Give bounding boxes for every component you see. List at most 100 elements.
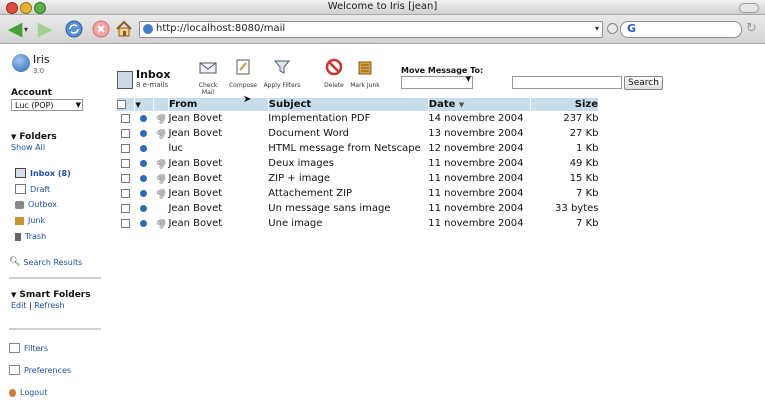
size-header[interactable]: Size <box>530 98 600 111</box>
go-button[interactable] <box>607 23 618 34</box>
unread-status-icon <box>140 174 148 182</box>
select-all-header <box>117 98 136 111</box>
row-checkbox[interactable] <box>121 173 131 183</box>
unread-status-icon <box>140 219 148 227</box>
home-icon[interactable] <box>114 19 134 39</box>
compose-button[interactable]: Compose <box>228 58 258 89</box>
table-row[interactable]: 🖇︎ Jean Bovet Deux images 11 novembre 20… <box>117 156 599 172</box>
row-size: 237 Kb <box>563 113 599 124</box>
inbox-header-icon <box>117 71 133 89</box>
unread-status-icon <box>140 114 148 122</box>
row-checkbox[interactable] <box>121 218 131 228</box>
subject-header[interactable]: Subject <box>268 98 429 111</box>
back-history-dropdown[interactable]: ▾ <box>22 19 30 39</box>
inbox-icon <box>15 168 26 178</box>
row-checkbox[interactable] <box>121 143 131 153</box>
table-row[interactable]: luc HTML message from Netscape 12 novemb… <box>117 141 599 156</box>
disclosure-triangle-icon[interactable]: ▼ <box>11 133 16 141</box>
mark-junk-button[interactable]: Mark Junk <box>349 58 381 89</box>
attachment-header <box>153 98 169 111</box>
unread-status-icon <box>140 129 148 137</box>
magnifier-icon: 🔍︎ <box>9 257 21 267</box>
sort-descending-icon: ▼ <box>458 101 465 109</box>
show-all-link[interactable]: Show All <box>11 143 45 152</box>
search-button[interactable]: Search <box>624 76 663 90</box>
row-size: 49 Kb <box>569 158 599 169</box>
account-select-value: Luc (POP) <box>15 101 54 110</box>
account-select[interactable]: Luc (POP) ▼ <box>11 99 83 111</box>
action-label: Delete <box>324 82 344 89</box>
row-subject[interactable]: Attachement ZIP <box>268 186 428 201</box>
table-row[interactable]: Jean Bovet Un message sans image 11 nove… <box>117 201 599 216</box>
table-header-row: ▼ From Subject Date ▼ Size <box>117 98 600 111</box>
row-date: 11 novembre 2004 <box>428 203 524 214</box>
row-subject[interactable]: Implementation PDF <box>268 111 428 126</box>
smart-folders-actions: Edit | Refresh <box>11 301 65 310</box>
stop-icon[interactable] <box>91 19 111 39</box>
unread-status-icon <box>140 189 148 197</box>
row-from: Jean Bovet <box>168 188 223 199</box>
activity-spinner-icon: ↻ <box>746 21 757 36</box>
row-subject[interactable]: Une image <box>268 216 428 231</box>
browser-search-field[interactable]: G <box>620 21 742 38</box>
logout-link[interactable]: Logout <box>9 388 47 397</box>
folders-title: ▼ Folders <box>11 132 57 142</box>
select-all-checkbox[interactable] <box>117 99 126 109</box>
table-row[interactable]: 🖇︎ Jean Bovet Implementation PDF 14 nove… <box>117 111 599 127</box>
status-header[interactable]: ▼ <box>134 98 154 111</box>
row-checkbox[interactable] <box>121 203 131 213</box>
row-checkbox[interactable] <box>121 113 131 123</box>
disclosure-triangle-icon[interactable]: ▼ <box>11 291 16 299</box>
outbox-icon <box>15 200 24 209</box>
reload-icon[interactable] <box>64 19 84 39</box>
paperclip-icon: 🖇︎ <box>153 171 169 187</box>
pencil-icon <box>234 58 252 76</box>
table-row[interactable]: 🖇︎ Jean Bovet Document Word 13 novembre … <box>117 126 599 142</box>
sidebar-item-outbox[interactable]: Outbox <box>15 200 57 209</box>
date-header[interactable]: Date ▼ <box>428 98 531 111</box>
smart-edit-link[interactable]: Edit <box>11 301 27 310</box>
apply-filters-button[interactable]: Apply Filters <box>263 58 301 89</box>
move-message-select[interactable]: ▼ <box>401 75 473 89</box>
row-subject[interactable]: Document Word <box>268 126 428 141</box>
row-subject[interactable]: Deux images <box>268 156 428 171</box>
search-results-link[interactable]: 🔍︎ Search Results <box>9 257 82 267</box>
sidebar-item-trash[interactable]: Trash <box>15 232 46 241</box>
row-checkbox[interactable] <box>121 188 131 198</box>
smart-refresh-link[interactable]: Refresh <box>34 301 64 310</box>
sidebar-item-draft[interactable]: Draft <box>15 184 50 194</box>
from-header[interactable]: From <box>168 98 269 111</box>
delete-button[interactable]: Delete <box>322 58 346 89</box>
sidebar-item-label: Draft <box>30 184 51 194</box>
preferences-link[interactable]: Preferences <box>9 365 71 375</box>
sidebar-item-junk[interactable]: Junk <box>15 216 45 225</box>
table-row[interactable]: 🖇︎ Jean Bovet ZIP + image 11 novembre 20… <box>117 171 599 187</box>
row-size: 15 Kb <box>569 173 599 184</box>
status-sort-icon: ▼ <box>135 101 141 109</box>
row-subject[interactable]: HTML message from Netscape <box>268 141 428 156</box>
filters-link[interactable]: Filters <box>9 343 48 353</box>
chevron-down-icon: ▼ <box>465 75 471 83</box>
check-mail-button[interactable]: Check Mail <box>192 58 224 96</box>
browser-toolbar: ◀ ▾ ▶ http://localhost:8080/mail ▾ G ↻ <box>0 15 765 44</box>
row-from: Jean Bovet <box>168 128 223 139</box>
action-label: Mark Junk <box>350 82 380 89</box>
row-date: 12 novembre 2004 <box>428 143 524 154</box>
address-bar[interactable]: http://localhost:8080/mail ▾ <box>139 21 603 38</box>
mail-search-input[interactable] <box>512 76 622 89</box>
row-checkbox[interactable] <box>121 158 131 168</box>
row-subject[interactable]: Un message sans image <box>268 201 428 216</box>
window-titlebar: Welcome to Iris [jean] <box>0 0 765 15</box>
table-row[interactable]: 🖇︎ Jean Bovet Une image 11 novembre 2004… <box>117 216 599 232</box>
row-from: luc <box>168 143 184 154</box>
toolbar-toggle-button[interactable] <box>739 3 759 13</box>
unread-status-icon <box>140 204 148 212</box>
row-subject[interactable]: ZIP + image <box>268 171 428 186</box>
paperclip-icon: 🖇︎ <box>153 126 169 142</box>
sidebar-item-inbox[interactable]: Inbox (8) <box>15 168 71 178</box>
mail-rows: 🖇︎ Jean Bovet Implementation PDF 14 nove… <box>117 111 599 232</box>
address-dropdown-icon[interactable]: ▾ <box>595 24 599 33</box>
forward-arrow-icon[interactable]: ▶ <box>34 19 56 39</box>
row-checkbox[interactable] <box>121 128 131 138</box>
table-row[interactable]: 🖇︎ Jean Bovet Attachement ZIP 11 novembr… <box>117 186 599 202</box>
